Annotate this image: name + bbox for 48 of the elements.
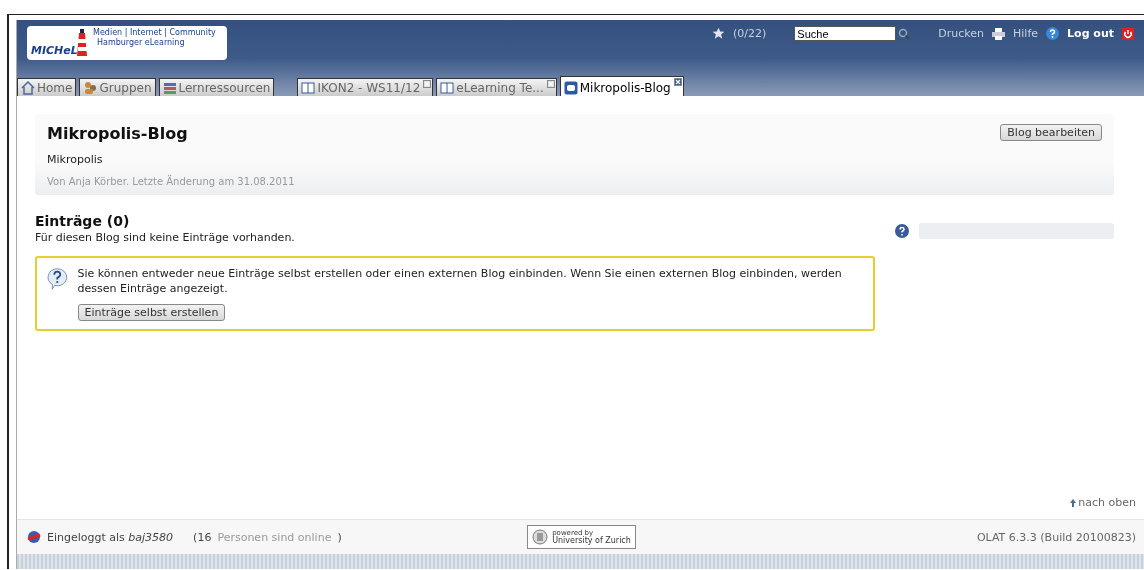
printer-icon[interactable] (992, 27, 1006, 40)
tab[interactable]: eLearning Te... (436, 78, 557, 98)
tab[interactable]: Lernressourcen (158, 78, 275, 98)
book-icon (440, 81, 455, 95)
online-suffix: ) (337, 530, 342, 544)
back-to-top-link[interactable]: nach oben (1070, 496, 1136, 509)
people-icon (83, 81, 98, 95)
help-link[interactable]: Hilfe (1013, 27, 1039, 40)
tab[interactable]: Mikropolis-Blog (559, 76, 684, 98)
tab[interactable]: IKON2 - WS11/12 (297, 78, 434, 98)
blog-meta: Von Anja Körber. Letzte Änderung am 31.08.2011 (47, 176, 296, 187)
logo-tagline: Hamburger eLearning (96, 38, 186, 48)
info-text: Sie können entweder neue Einträge selbst erstellen oder einen externen Blog einbinden. Wenn Sie einen externen Blog einbinden, werden dessen Einträge angezeigt. (77, 266, 843, 296)
create-entries-button[interactable]: Einträge selbst erstellen (77, 304, 226, 321)
house-icon (21, 81, 35, 95)
close-icon[interactable] (673, 78, 682, 86)
lighthouse-icon (75, 29, 89, 57)
seal-icon (532, 529, 549, 545)
tab[interactable]: Home (17, 78, 77, 98)
version-text: OLAT 6.3.3 (Build 20100823) (976, 530, 1136, 544)
help-icon[interactable] (895, 224, 909, 238)
question-bubble-icon (47, 266, 68, 292)
university-text: University of Zurich (552, 537, 631, 545)
empty-message: Für diesen Blog sind keine Einträge vorhanden. (35, 231, 296, 244)
bookmark-count[interactable]: (0/22) (733, 27, 767, 40)
print-link[interactable]: Drucken (938, 27, 985, 40)
search-icon[interactable] (898, 27, 911, 40)
logo-tagline: Medien | Internet | Community (93, 28, 216, 38)
book-icon (301, 81, 316, 95)
tab[interactable]: Gruppen (79, 78, 156, 98)
close-icon[interactable] (546, 80, 555, 88)
up-arrow-icon (1070, 498, 1077, 507)
entries-heading: Einträge (0) (35, 213, 131, 229)
star-icon[interactable] (712, 27, 725, 40)
power-icon[interactable] (1122, 27, 1134, 40)
search-field[interactable]: Suche (794, 26, 897, 41)
online-count: (16 (193, 530, 212, 544)
online-users-link[interactable]: Personen sind online (217, 530, 332, 544)
blog-subtitle: Mikropolis (47, 153, 104, 166)
blog-title: Mikropolis-Blog (47, 124, 189, 143)
close-icon[interactable] (423, 80, 432, 88)
logo-brand: MICHeL (31, 44, 78, 57)
logo[interactable]: MICHeL Medien | Internet | Community Hamburger eLearning (27, 26, 227, 60)
help-icon[interactable] (1046, 27, 1060, 40)
logged-in-text: Eingeloggt als baj3580 (47, 530, 174, 544)
logout-link[interactable]: Log out (1067, 27, 1114, 40)
edit-blog-button[interactable]: Blog bearbeiten (1000, 124, 1102, 141)
books-icon (162, 81, 177, 95)
